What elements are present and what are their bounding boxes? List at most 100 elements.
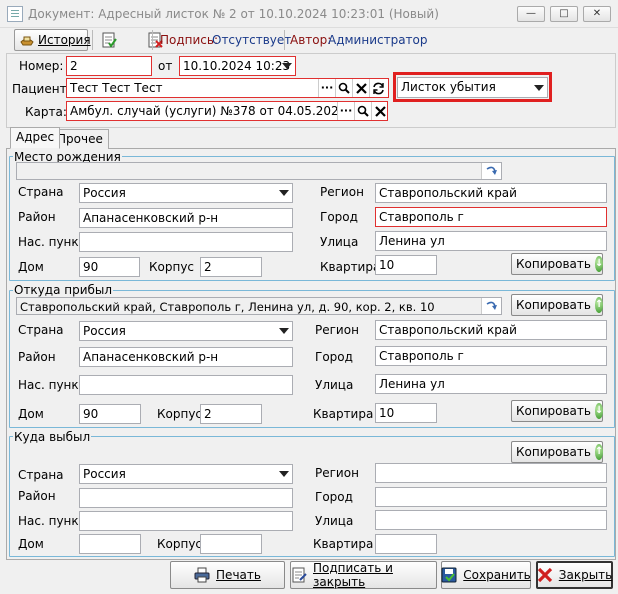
arrived-region-input[interactable]: Ставропольский край [375,320,607,340]
ellipsis-button[interactable]: ··· [318,79,335,97]
chevron-down-icon[interactable] [275,322,292,340]
arrived-building-input[interactable]: 2 [200,404,262,424]
printer-icon [194,567,210,583]
minimize-button[interactable]: — [517,6,545,22]
document-icon [7,6,23,22]
close-icon [537,567,553,583]
save-icon [441,567,457,583]
birth-district-input[interactable]: Апанасенковский р-н [79,208,293,228]
history-label: История [38,33,91,47]
district-label: Район [18,489,56,503]
departed-region-input[interactable] [375,463,607,483]
birth-copy-button[interactable]: Копировать ↓ [511,253,604,275]
patient-value: Тест Тест Тест [70,81,163,95]
district-label: Район [18,210,56,224]
date-from-label: от [158,59,173,73]
birth-city-input[interactable]: Ставрополь г [375,207,607,227]
arrived-copy-top-button[interactable]: Копировать ↑ [511,294,604,316]
arrived-street-input[interactable]: Ленина ул [375,374,607,394]
birth-building-input[interactable]: 2 [200,257,262,277]
chevron-down-icon[interactable] [275,465,292,483]
search-icon[interactable] [354,102,371,120]
arrived-copy-bottom-button[interactable]: Копировать ↓ [511,400,604,422]
departed-apartment-input[interactable] [375,534,437,554]
card-label: Карта: [25,105,67,119]
window-title: Документ: Адресный листок № 2 от 10.10.2… [28,7,439,21]
departed-street-input[interactable] [375,510,607,530]
toolbar-divider [284,30,285,50]
house-label: Дом [18,260,44,274]
clear-icon[interactable] [371,102,387,120]
city-label: Город [315,350,353,364]
arrived-locality-input[interactable] [79,375,293,395]
departed-house-input[interactable] [79,534,141,554]
birth-apartment-input[interactable]: 10 [375,255,437,275]
tab-address[interactable]: Адрес [10,127,61,149]
expand-arrow-icon[interactable] [481,298,501,314]
expand-arrow-icon[interactable] [481,163,501,179]
arrived-country-select[interactable]: Россия [79,321,293,341]
district-label: Район [18,350,56,364]
birth-full-address[interactable] [16,162,502,180]
birth-house-input[interactable]: 90 [79,257,140,277]
departed-country-select[interactable]: Россия [79,464,293,484]
sign-document-icon [291,567,307,583]
author-label: Автор: [290,33,332,47]
history-button[interactable]: История [14,29,91,51]
copy-up-arrow-icon: ↑ [594,297,604,313]
locality-label: Нас. пункт [18,514,86,528]
doc-type-select[interactable]: Листок убытия [397,77,548,98]
departed-group-title: Куда выбыл [13,430,92,444]
apartment-label: Квартира [320,260,381,274]
departed-city-input[interactable] [375,487,607,507]
arrived-full-address[interactable]: Ставропольский край, Ставрополь г, Ленин… [16,297,502,315]
sign-and-close-button[interactable]: Подписать и закрыть [290,561,437,589]
ellipsis-button[interactable]: ··· [337,102,354,120]
departed-district-input[interactable] [79,488,293,508]
country-label: Страна [18,185,64,199]
history-icon [19,32,35,48]
locality-label: Нас. пункт [18,378,86,392]
birth-locality-input[interactable] [79,232,293,252]
birth-region-input[interactable]: Ставропольский край [375,183,607,203]
approve-doc-icon[interactable] [101,32,117,48]
departed-locality-input[interactable] [79,511,293,531]
clear-icon[interactable] [352,79,369,97]
chevron-down-icon[interactable] [530,78,547,97]
building-label: Корпус [157,537,203,551]
birth-street-input[interactable]: Ленина ул [375,231,607,251]
arrived-apartment-input[interactable]: 10 [375,403,437,423]
arrived-city-input[interactable]: Ставрополь г [375,346,607,366]
region-label: Регион [315,323,359,337]
arrived-district-input[interactable]: Апанасенковский р-н [79,347,293,367]
apartment-label: Квартира [313,407,374,421]
close-button[interactable]: Закрыть [536,561,613,589]
birth-country-select[interactable]: Россия [79,183,293,203]
arrived-house-input[interactable]: 90 [79,404,141,424]
signature-value-link[interactable]: Отсутствует [212,33,291,47]
maximize-button[interactable]: □ [550,6,578,22]
departed-copy-button[interactable]: Копировать ↑ [511,441,604,463]
author-value-link[interactable]: Администратор [328,33,428,47]
card-field[interactable]: Амбул. случай (услуги) №378 от 04.05.202… [66,101,388,121]
copy-down-arrow-icon: ↓ [594,256,604,272]
doc-type-value: Листок убытия [401,80,496,94]
print-button[interactable]: Печать [170,561,285,589]
number-input[interactable]: 2 [66,56,152,76]
search-icon[interactable] [335,79,352,97]
refresh-icon[interactable] [369,79,386,97]
locality-label: Нас. пункт [18,235,86,249]
chevron-down-icon[interactable] [275,184,292,202]
house-label: Дом [18,407,44,421]
tab-other[interactable]: Прочее [52,129,109,149]
departed-building-input[interactable] [200,534,262,554]
chevron-down-icon[interactable] [278,57,295,75]
date-input[interactable]: 10.10.2024 10:23 [179,56,296,76]
patient-field[interactable]: Тест Тест Тест ··· [66,78,389,98]
region-label: Регион [320,185,364,199]
country-label: Страна [18,468,64,482]
save-button[interactable]: Сохранить [441,561,531,589]
city-label: Город [315,490,353,504]
date-value: 10.10.2024 10:23 [183,59,291,73]
close-window-button[interactable]: ✕ [583,6,611,22]
